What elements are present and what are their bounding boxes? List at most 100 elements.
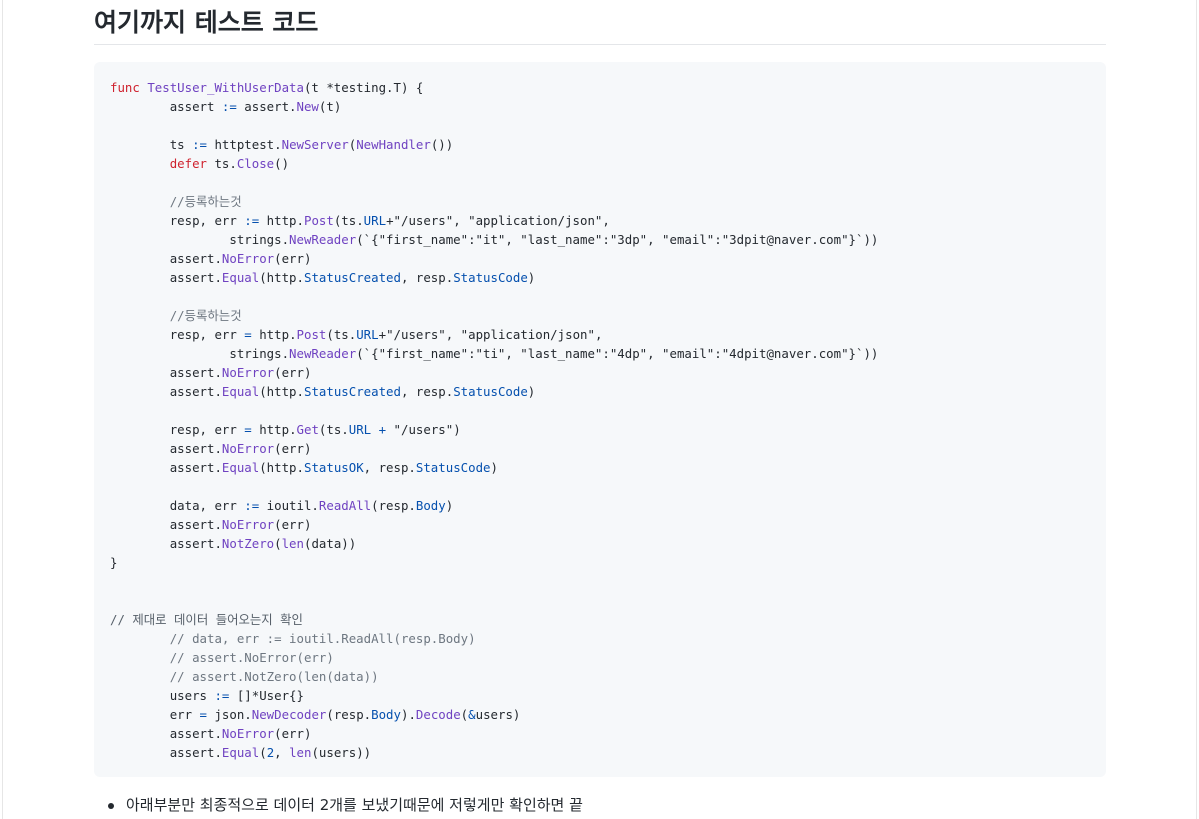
code-token: assert. <box>110 460 222 475</box>
code-token: Post <box>303 213 334 228</box>
code-token: Close <box>236 156 275 171</box>
code-line: //등록하는것 <box>110 192 1090 211</box>
code-line: data, err := ioutil.ReadAll(resp.Body) <box>110 496 1090 515</box>
code-token: NoError <box>221 726 275 741</box>
code-token: (err) <box>274 251 312 266</box>
code-line: assert.Equal(2, len(users)) <box>110 743 1090 762</box>
code-token: (ts. <box>318 422 349 437</box>
code-token: (resp. <box>326 707 372 722</box>
code-token: NewReader <box>289 346 357 361</box>
code-token: URL <box>356 327 379 342</box>
code-token: //등록하는것 <box>110 194 242 209</box>
code-token: , resp. <box>363 460 416 475</box>
code-token: Get <box>296 422 319 437</box>
code-line: assert.NoError(err) <box>110 439 1090 458</box>
code-token: StatusCreated <box>303 270 401 285</box>
code-token: Equal <box>221 384 260 399</box>
code-line: strings.NewReader(`{"first_name":"ti", "… <box>110 344 1090 363</box>
code-token: ) <box>527 270 536 285</box>
code-token: (err) <box>274 441 312 456</box>
code-token: assert. <box>110 517 222 532</box>
code-line: func TestUser_WithUserData(t *testing.T)… <box>110 78 1090 97</box>
code-token: NewHandler <box>356 137 431 152</box>
code-token: NoError <box>221 517 275 532</box>
code-token: +"/users", "application/json", <box>386 213 610 228</box>
page-border-right <box>1196 0 1197 819</box>
code-token: (err) <box>274 517 312 532</box>
code-token: (ts. <box>326 327 357 342</box>
code-token: StatusCreated <box>303 384 401 399</box>
code-token: (resp. <box>371 498 416 513</box>
code-token: assert. <box>110 365 222 380</box>
code-token: err <box>110 707 200 722</box>
bullet-list: 아래부분만 최종적으로 데이터 2개를 보냈기때문에 저렇게만 확인하면 끝 <box>94 793 583 817</box>
code-token: + <box>378 422 387 437</box>
code-token: (users)) <box>311 745 372 760</box>
code-line: //등록하는것 <box>110 306 1090 325</box>
code-token: } <box>110 555 118 570</box>
code-token: len <box>289 745 312 760</box>
code-line: } <box>110 553 1090 572</box>
code-token: Equal <box>221 460 260 475</box>
code-line: // assert.NotZero(len(data)) <box>110 667 1090 686</box>
code-token: (t *testing.T) { <box>303 80 424 95</box>
code-token: = <box>244 422 252 437</box>
code-token: := <box>221 99 237 114</box>
code-token: ts <box>110 137 193 152</box>
code-token: ( <box>259 745 267 760</box>
code-token: (ts. <box>333 213 364 228</box>
code-token: NewServer <box>281 137 349 152</box>
code-token: ( <box>274 536 282 551</box>
bullet-item: 아래부분만 최종적으로 데이터 2개를 보냈기때문에 저렇게만 확인하면 끝 <box>108 793 583 817</box>
code-line: assert.Equal(http.StatusOK, resp.StatusC… <box>110 458 1090 477</box>
code-token: NoError <box>221 251 275 266</box>
code-line: assert.NoError(err) <box>110 363 1090 382</box>
code-token: ReadAll <box>318 498 372 513</box>
code-token: (`{"first_name":"it", "last_name":"3dp",… <box>356 232 879 247</box>
code-token: NewDecoder <box>251 707 327 722</box>
code-token: NoError <box>221 441 275 456</box>
code-token: data, err <box>110 498 245 513</box>
code-token: assert. <box>110 384 222 399</box>
code-token: StatusCode <box>453 384 528 399</box>
code-token: http. <box>251 422 297 437</box>
code-token: URL <box>348 422 372 437</box>
code-line: // 제대로 데이터 들어오는지 확인 <box>110 610 1090 629</box>
code-line: assert.NotZero(len(data)) <box>110 534 1090 553</box>
article: 여기까지 테스트 코드 func TestUser_WithUserData(t… <box>94 0 1106 814</box>
code-token: (http. <box>259 384 304 399</box>
code-token: assert. <box>110 270 222 285</box>
code-token: StatusCode <box>415 460 491 475</box>
code-token: := <box>192 137 207 152</box>
code-token: Body <box>371 707 401 722</box>
code-token: Post <box>296 327 327 342</box>
code-token: () <box>274 156 290 171</box>
code-line: resp, err = http.Post(ts.URL+"/users", "… <box>110 325 1090 344</box>
code-token: ) <box>490 460 498 475</box>
code-token: (t) <box>318 99 342 114</box>
code-token: = <box>244 327 252 342</box>
code-token: assert. <box>110 726 222 741</box>
code-token: StatusCode <box>453 270 528 285</box>
code-token: http. <box>259 213 304 228</box>
code-line: assert.Equal(http.StatusCreated, resp.St… <box>110 268 1090 287</box>
code-token: //등록하는것 <box>110 308 242 323</box>
code-token: ) <box>527 384 536 399</box>
code-token: // assert.NotZero(len(data)) <box>110 669 379 684</box>
code-line: assert.NoError(err) <box>110 249 1090 268</box>
code-token: json. <box>207 707 252 722</box>
code-token: Equal <box>221 270 260 285</box>
code-token: ). <box>400 707 416 722</box>
code-token: (`{"first_name":"ti", "last_name":"4dp",… <box>356 346 879 361</box>
code-line: assert.Equal(http.StatusCreated, resp.St… <box>110 382 1090 401</box>
code-line: // data, err := ioutil.ReadAll(resp.Body… <box>110 629 1090 648</box>
code-token: , resp. <box>400 384 454 399</box>
code-token: assert. <box>110 536 222 551</box>
